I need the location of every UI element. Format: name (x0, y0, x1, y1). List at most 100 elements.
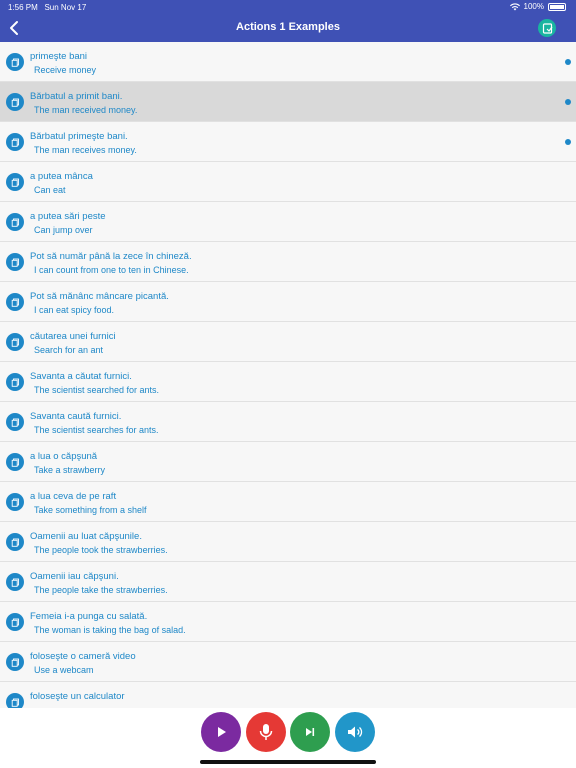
copy-icon[interactable] (6, 533, 24, 551)
copy-icon[interactable] (6, 293, 24, 311)
document-icon (11, 218, 19, 227)
document-icon (11, 178, 19, 187)
romanian-text: a putea mânca (30, 171, 93, 182)
bookmark-icon (542, 22, 552, 34)
list-item[interactable]: a lua ceva de pe raft Take something from… (0, 482, 576, 522)
document-icon (11, 98, 19, 107)
english-translation: The man receives money. (34, 145, 137, 155)
english-translation: I can eat spicy food. (34, 305, 115, 315)
copy-icon[interactable] (6, 173, 24, 191)
english-translation: I can count from one to ten in Chinese. (34, 265, 189, 275)
copy-icon[interactable] (6, 653, 24, 671)
romanian-text: Femeia i-a punga cu salată. (30, 611, 148, 622)
list-item[interactable]: Oamenii au luat căpşunile. The people too… (0, 522, 576, 562)
copy-icon[interactable] (6, 53, 24, 71)
english-translation: The man received money. (34, 105, 138, 115)
romanian-text: Savanta caută furnici. (30, 411, 122, 422)
unread-dot (565, 139, 571, 145)
english-translation: The scientist searched for ants. (34, 385, 160, 395)
play-icon (218, 727, 226, 737)
copy-icon[interactable] (6, 253, 24, 271)
list-item[interactable]: Pot să număr până la zece în chineză. I c… (0, 242, 576, 282)
romanian-text: Bărbatul a primit bani. (30, 91, 123, 102)
speaker-button[interactable] (335, 712, 375, 752)
english-translation: The people take the strawberries. (34, 585, 168, 595)
list-item[interactable]: primeşte bani Receive money (0, 42, 576, 82)
record-button[interactable] (246, 712, 286, 752)
romanian-text: Oamenii iau căpşuni. (30, 571, 119, 582)
romanian-text: a putea sări peste (30, 211, 106, 222)
copy-icon[interactable] (6, 333, 24, 351)
document-icon (11, 498, 19, 507)
romanian-text: Pot să mănânc mâncare picantă. (30, 291, 169, 302)
status-time: 1:56 PM Sun Nov 17 (8, 3, 87, 12)
romanian-text: a lua o căpşună (30, 451, 98, 462)
list-item[interactable]: a lua o căpşună Take a strawberry (0, 442, 576, 482)
romanian-text: primeşte bani (30, 51, 88, 62)
list-item[interactable]: Bărbatul a primit bani. The man received … (0, 82, 576, 122)
status-right: 100% (509, 2, 566, 11)
document-icon (11, 698, 19, 707)
unread-dot (565, 99, 571, 105)
status-date: Sun Nov 17 (44, 3, 87, 12)
document-icon (11, 658, 19, 667)
microphone-icon (259, 724, 273, 740)
list-item[interactable]: căutarea unei furnici Search for an ant (0, 322, 576, 362)
copy-icon[interactable] (6, 493, 24, 511)
romanian-text: Pot să număr până la zece în chineză. (30, 251, 192, 262)
page-title: Actions 1 Examples (236, 21, 340, 33)
copy-icon[interactable] (6, 453, 24, 471)
phrase-list[interactable]: primeşte bani Receive money Bărbatul a pri… (0, 42, 576, 708)
english-translation: Can jump over (34, 225, 93, 235)
copy-icon[interactable] (6, 573, 24, 591)
romanian-text: căutarea unei furnici (30, 331, 116, 342)
english-translation: Take a strawberry (34, 465, 106, 475)
document-icon (11, 458, 19, 467)
skip-next-icon (306, 728, 315, 736)
battery-percent: 100% (523, 2, 544, 11)
list-item[interactable]: Pot să mănânc mâncare picantă. I can eat … (0, 282, 576, 322)
list-item[interactable]: foloseşte o cameră video Use a webcam (0, 642, 576, 682)
english-translation: The scientist searches for ants. (34, 425, 159, 435)
document-icon (11, 418, 19, 427)
romanian-text: foloseşte o cameră video (30, 651, 136, 662)
list-item[interactable]: a putea sări peste Can jump over (0, 202, 576, 242)
play-button[interactable] (201, 712, 241, 752)
copy-icon[interactable] (6, 693, 24, 708)
document-icon (11, 298, 19, 307)
list-item[interactable]: Bărbatul primeşte bani. The man receives … (0, 122, 576, 162)
romanian-text: a lua ceva de pe raft (30, 491, 117, 502)
list-item[interactable]: a putea mânca Can eat (0, 162, 576, 202)
copy-icon[interactable] (6, 93, 24, 111)
unread-dot (565, 59, 571, 65)
wifi-icon (509, 2, 520, 10)
status-bar: 1:56 PM Sun Nov 17 100% (0, 0, 576, 14)
list-item[interactable]: Femeia i-a punga cu salată. The woman is … (0, 602, 576, 642)
english-translation: The woman is taking the bag of salad. (34, 625, 186, 635)
copy-icon[interactable] (6, 613, 24, 631)
english-translation: Take something from a shelf (34, 505, 147, 515)
copy-icon[interactable] (6, 133, 24, 151)
document-icon (11, 258, 19, 267)
document-icon (11, 538, 19, 547)
nav-bar: Actions 1 Examples (0, 14, 576, 42)
list-item[interactable]: Savanta caută furnici. The scientist sear… (0, 402, 576, 442)
english-translation: Use a webcam (34, 665, 94, 675)
romanian-text: Oamenii au luat căpşunile. (30, 531, 142, 542)
document-icon (11, 338, 19, 347)
copy-icon[interactable] (6, 413, 24, 431)
copy-icon[interactable] (6, 373, 24, 391)
list-item[interactable]: Savanta a căutat furnici. The scientist s… (0, 362, 576, 402)
document-icon (11, 618, 19, 627)
list-item[interactable]: foloseşte un calculator (0, 682, 576, 708)
english-translation: The people took the strawberries. (34, 545, 168, 555)
document-icon (11, 378, 19, 387)
bookmark-button[interactable] (538, 19, 556, 37)
battery-icon (548, 2, 566, 11)
english-translation: Can eat (34, 185, 66, 195)
list-item[interactable]: Oamenii iau căpşuni. The people take the … (0, 562, 576, 602)
copy-icon[interactable] (6, 213, 24, 231)
english-translation: Receive money (34, 65, 97, 75)
next-button[interactable] (290, 712, 330, 752)
home-indicator (200, 760, 376, 764)
